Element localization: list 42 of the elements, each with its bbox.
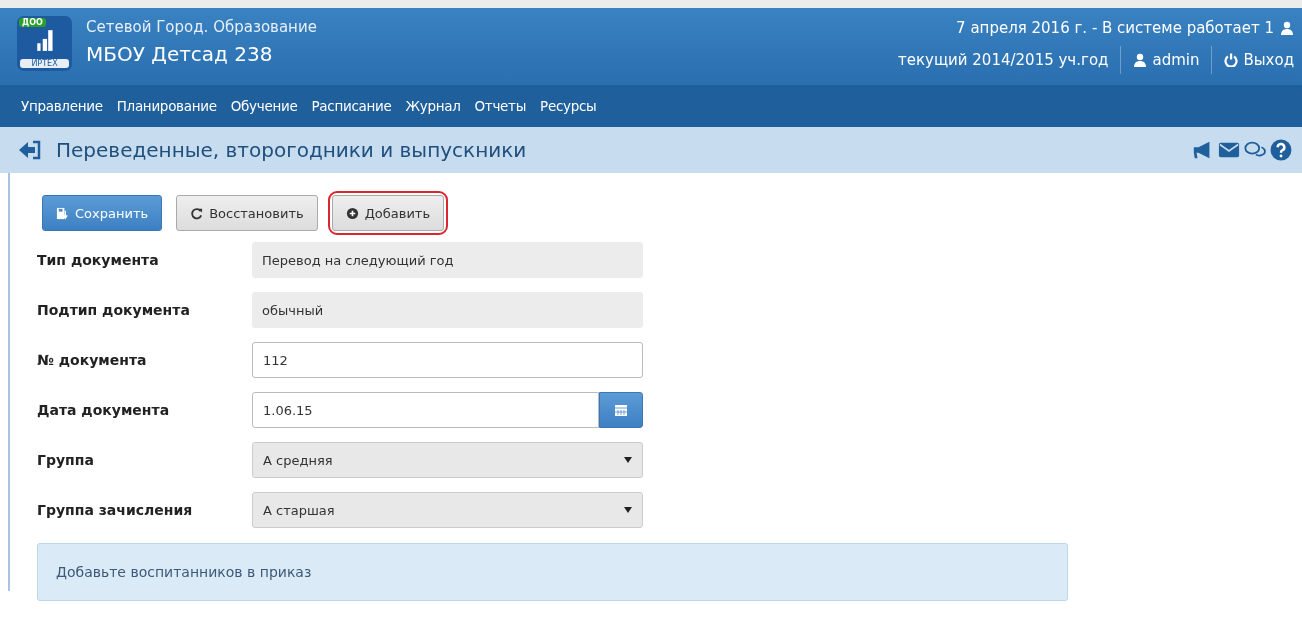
field-label: Тип документа: [37, 252, 160, 268]
field-label: Дата документа: [37, 402, 171, 418]
logo-badge: ДОО: [19, 18, 46, 27]
input-field[interactable]: 112: [252, 342, 643, 378]
readonly-field: обычный: [252, 292, 643, 328]
plus-circle-icon: [345, 206, 359, 220]
toolbar-button[interactable]: Сохранить: [42, 195, 163, 231]
nav-item[interactable]: Управление: [14, 98, 110, 114]
help-icon[interactable]: [1270, 139, 1292, 161]
logo-caption: ИРТЕХ: [20, 59, 69, 68]
user-icon: [1133, 53, 1148, 67]
nav-item[interactable]: Журнал: [398, 98, 468, 114]
readonly-field: Перевод на следующий год: [252, 242, 643, 278]
dropdown[interactable]: А средняя: [252, 442, 643, 478]
nav-item[interactable]: Обучение: [223, 98, 305, 114]
info-notice: Добавьте воспитанников в приказ: [37, 543, 1068, 601]
back-arrow-icon[interactable]: [18, 140, 42, 160]
user-icon: [1280, 21, 1294, 35]
organization-name: МБОУ Детсад 238: [86, 42, 274, 66]
power-icon: [1224, 53, 1239, 67]
nav-item[interactable]: Планирование: [109, 98, 224, 114]
system-name: Сетевой Город. Образование: [86, 18, 317, 36]
calendar-icon: [614, 403, 628, 417]
page-title: Переведенные, второгодники и выпускники: [56, 138, 527, 162]
school-year: текущий 2014/2015 уч.год: [898, 51, 1109, 69]
calendar-button[interactable]: [599, 392, 643, 428]
user-link[interactable]: admin: [1133, 51, 1200, 69]
date-field[interactable]: 1.06.15: [252, 392, 599, 428]
dropdown[interactable]: А старшая: [252, 492, 643, 528]
field-label: Группа: [37, 452, 95, 468]
nav-item[interactable]: Расписание: [304, 98, 399, 114]
field-label: Подтип документа: [37, 302, 191, 318]
save-icon: [56, 206, 69, 220]
logout-link[interactable]: Выход: [1224, 51, 1294, 69]
date-status: 7 апреля 2016 г. - В системе работает 1: [956, 19, 1274, 37]
field-label: Группа зачисления: [37, 502, 194, 518]
nav-item[interactable]: Ресурсы: [533, 98, 604, 114]
field-label: № документа: [37, 352, 148, 368]
toolbar-button[interactable]: Добавить: [331, 195, 445, 231]
refresh-icon: [190, 206, 204, 220]
toolbar-button[interactable]: Восстановить: [176, 195, 318, 231]
nav-item[interactable]: Отчеты: [467, 98, 534, 114]
